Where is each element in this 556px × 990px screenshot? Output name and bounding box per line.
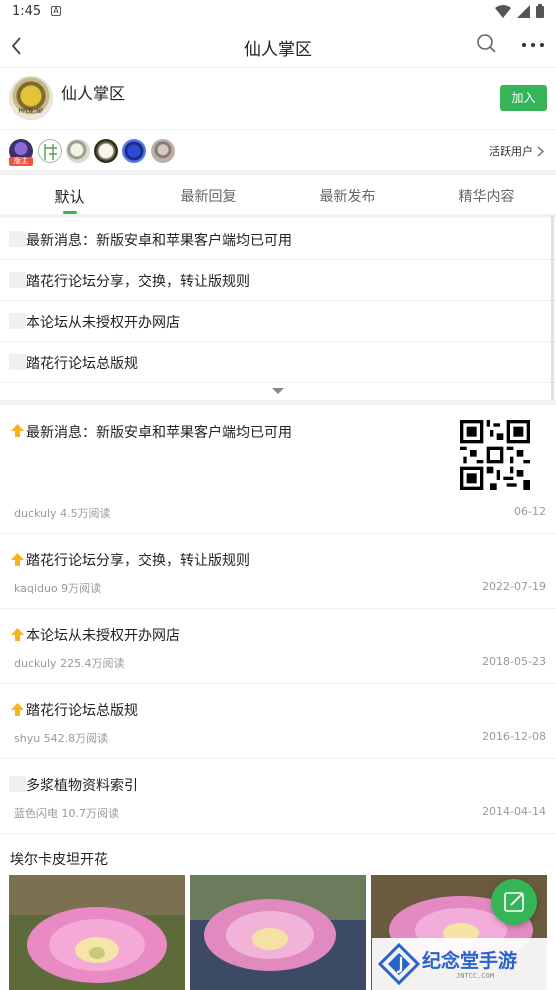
battery-icon xyxy=(536,4,544,18)
post-title: 多浆植物资料索引 xyxy=(26,778,138,794)
compose-button[interactable] xyxy=(491,879,537,925)
status-time: 1:45 xyxy=(12,4,42,19)
edit-icon xyxy=(504,892,524,912)
pinned-mark xyxy=(9,231,26,247)
search-button[interactable] xyxy=(476,33,498,55)
pinned-item[interactable]: 踏花行论坛分享，交换，转让版规则 xyxy=(0,260,556,301)
post-item[interactable]: 踏花行论坛分享，交换，转让版规则 kaqiduo 9万阅读 2022-07-19 xyxy=(0,534,556,609)
pinned-item[interactable]: 最新消息：新版安卓和苹果客户端均已可用 xyxy=(0,219,556,260)
watermark-text: 纪念堂手游 xyxy=(422,950,518,972)
watermark: 纪念堂手游 JNTCC.COM xyxy=(372,938,556,990)
pinned-item[interactable]: 本论坛从未授权开办网店 xyxy=(0,301,556,342)
avatar[interactable] xyxy=(66,139,90,163)
pinned-mark xyxy=(9,272,26,288)
watermark-subtext: JNTCC.COM xyxy=(456,972,494,980)
post-date: 2014-04-14 xyxy=(482,805,546,818)
post-title: 踏花行论坛总版规 xyxy=(26,703,138,719)
notification-icon: A xyxy=(51,6,61,16)
avatar[interactable] xyxy=(151,139,175,163)
search-icon xyxy=(477,34,496,53)
qr-code-image xyxy=(460,420,530,490)
active-users-label: 活跃用户 xyxy=(489,145,533,158)
post-author: duckuly 225.4万阅读 xyxy=(14,657,125,670)
tab-default[interactable]: 默认 xyxy=(0,175,139,215)
post-date: 2016-12-08 xyxy=(482,730,546,743)
wifi-icon xyxy=(495,4,511,18)
post-item[interactable]: 踏花行论坛总版规 shyu 542.8万阅读 2016-12-08 xyxy=(0,684,556,759)
app-bar: 仙人掌区 xyxy=(0,24,556,68)
post-author: kaqiduo 9万阅读 xyxy=(14,582,102,595)
owner-badge: 版主 xyxy=(9,157,33,166)
forum-name: 仙人掌区 xyxy=(61,84,126,103)
pinned-mark xyxy=(9,313,26,329)
pinned-list: 最新消息：新版安卓和苹果客户端均已可用 踏花行论坛分享，交换，转让版规则 本论坛… xyxy=(0,219,556,399)
more-button[interactable] xyxy=(520,32,546,58)
tab-featured[interactable]: 精华内容 xyxy=(417,175,556,215)
post-item[interactable]: 最新消息：新版安卓和苹果客户端均已可用 duckuly 4.5万阅读 06-12 xyxy=(0,405,556,534)
tab-label: 最新发布 xyxy=(319,189,376,205)
more-icon xyxy=(522,43,544,47)
post-title: 本论坛从未授权开办网店 xyxy=(26,628,180,644)
forum-logo-caption: PPCN.NF xyxy=(18,108,44,115)
post-title: 最新消息：新版安卓和苹果客户端均已可用 xyxy=(26,425,292,441)
post-author: duckuly 4.5万阅读 xyxy=(14,507,111,520)
pinned-title: 本论坛从未授权开办网店 xyxy=(26,315,180,331)
pinned-item[interactable]: 踏花行论坛总版规 xyxy=(0,342,556,383)
post-title: 埃尔卡皮坦开花 xyxy=(10,852,108,868)
pin-up-icon xyxy=(11,553,24,566)
pin-up-icon xyxy=(11,424,24,437)
post-item[interactable]: 多浆植物资料索引 蓝色闪电 10.7万阅读 2014-04-14 xyxy=(0,759,556,834)
post-image[interactable] xyxy=(9,875,185,990)
join-button[interactable]: 加入 xyxy=(500,85,547,111)
signal-icon xyxy=(517,4,530,18)
post-item[interactable]: 本论坛从未授权开办网店 duckuly 225.4万阅读 2018-05-23 xyxy=(0,609,556,684)
watermark-logo-icon xyxy=(378,943,420,985)
post-date: 06-12 xyxy=(514,505,546,518)
chevron-right-icon xyxy=(537,146,544,156)
post-mark xyxy=(9,776,26,792)
tab-bar: 默认 最新回复 最新发布 精华内容 xyxy=(0,175,556,215)
avatar[interactable] xyxy=(122,139,146,163)
expand-arrow-icon[interactable] xyxy=(272,388,284,394)
post-date: 2022-07-19 xyxy=(482,580,546,593)
avatar[interactable] xyxy=(94,139,118,163)
active-users-row[interactable]: 版主 活跃用户 xyxy=(0,130,556,170)
post-date: 2018-05-23 xyxy=(482,655,546,668)
post-author: 蓝色闪电 10.7万阅读 xyxy=(14,807,119,820)
tab-latest-post[interactable]: 最新发布 xyxy=(278,175,417,215)
post-image[interactable] xyxy=(190,875,366,990)
pinned-title: 踏花行论坛分享，交换，转让版规则 xyxy=(26,274,250,290)
tab-latest-reply[interactable]: 最新回复 xyxy=(139,175,278,215)
tab-label: 最新回复 xyxy=(180,189,237,205)
post-title: 踏花行论坛分享，交换，转让版规则 xyxy=(26,553,250,569)
pinned-title: 踏花行论坛总版规 xyxy=(26,356,138,372)
pin-up-icon xyxy=(11,703,24,716)
avatar[interactable] xyxy=(38,139,62,163)
pin-up-icon xyxy=(11,628,24,641)
status-icons xyxy=(495,4,544,18)
section-divider xyxy=(0,214,556,218)
forum-header: PPCN.NF 仙人掌区 加入 xyxy=(0,68,556,130)
status-bar: 1:45 A xyxy=(0,0,556,24)
page-title: 仙人掌区 xyxy=(244,40,312,60)
pinned-title: 最新消息：新版安卓和苹果客户端均已可用 xyxy=(26,233,292,249)
tab-label: 默认 xyxy=(54,188,85,206)
tab-label: 精华内容 xyxy=(458,189,515,205)
forum-logo: PPCN.NF xyxy=(9,76,53,120)
active-users-link[interactable]: 活跃用户 xyxy=(489,143,544,159)
pinned-mark xyxy=(9,354,26,370)
post-author: shyu 542.8万阅读 xyxy=(14,732,109,745)
